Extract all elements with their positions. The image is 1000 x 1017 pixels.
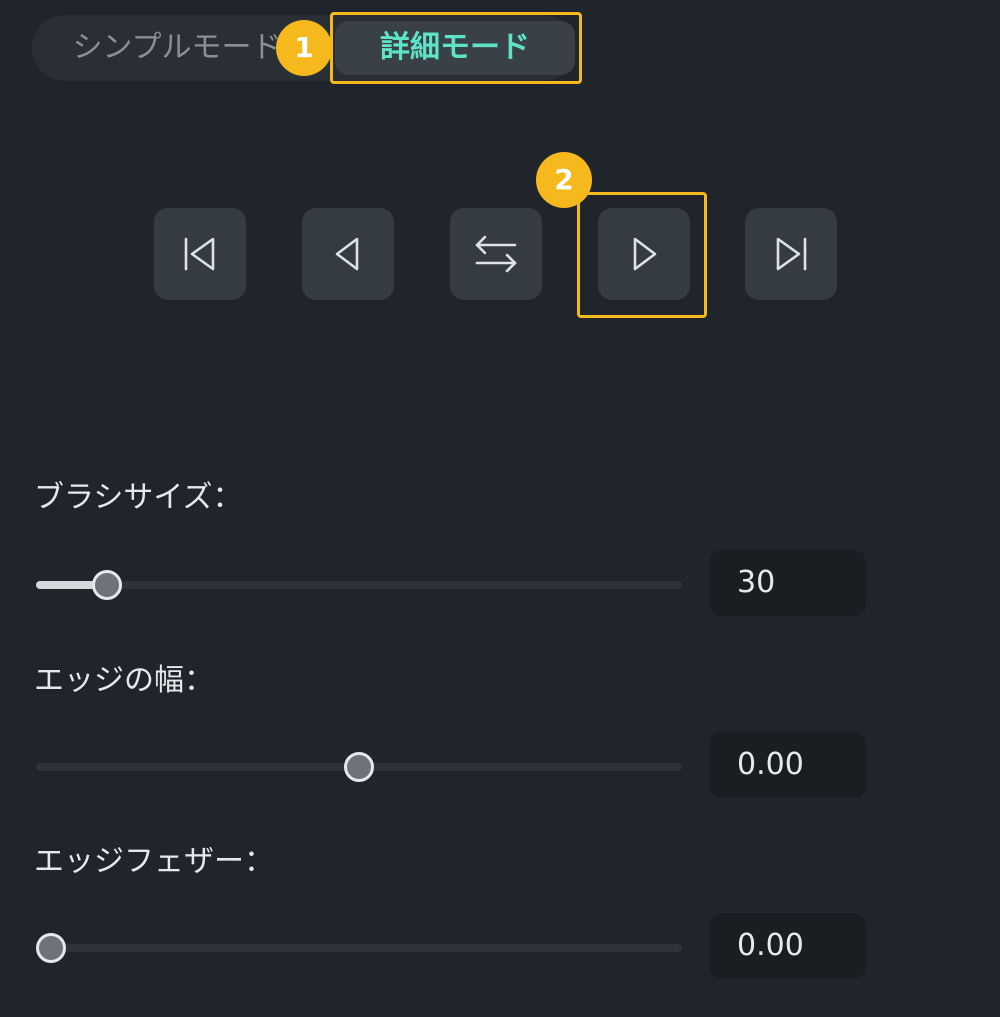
- edge-feather-label: エッジフェザー：: [34, 844, 274, 879]
- skip-to-last-icon: [769, 232, 813, 276]
- edge-feather-value-input[interactable]: 0.00: [709, 913, 866, 979]
- step-badge-1: 1: [276, 20, 332, 76]
- step-back-button[interactable]: [302, 208, 394, 300]
- highlight-box-advanced-mode: [330, 12, 582, 84]
- skip-to-first-button[interactable]: [154, 208, 246, 300]
- slider-thumb[interactable]: [344, 752, 374, 782]
- step-badge-2: 2: [536, 152, 592, 208]
- skip-to-first-icon: [178, 232, 222, 276]
- edge-width-value-input[interactable]: 0.00: [709, 732, 866, 798]
- skip-to-last-button[interactable]: [745, 208, 837, 300]
- edge-width-label: エッジの幅：: [34, 663, 214, 698]
- highlight-box-play: [577, 192, 707, 318]
- swap-icon: [471, 229, 521, 279]
- brush-size-slider[interactable]: [36, 569, 682, 600]
- brush-size-value-input[interactable]: 30: [709, 550, 866, 616]
- brush-size-label: ブラシサイズ：: [34, 480, 243, 515]
- slider-track: [36, 944, 682, 952]
- slider-track: [36, 581, 682, 589]
- edge-width-slider[interactable]: [36, 751, 682, 782]
- step-back-icon: [326, 232, 370, 276]
- slider-thumb[interactable]: [92, 570, 122, 600]
- edge-feather-slider[interactable]: [36, 932, 682, 963]
- slider-thumb[interactable]: [36, 933, 66, 963]
- swap-button[interactable]: [450, 208, 542, 300]
